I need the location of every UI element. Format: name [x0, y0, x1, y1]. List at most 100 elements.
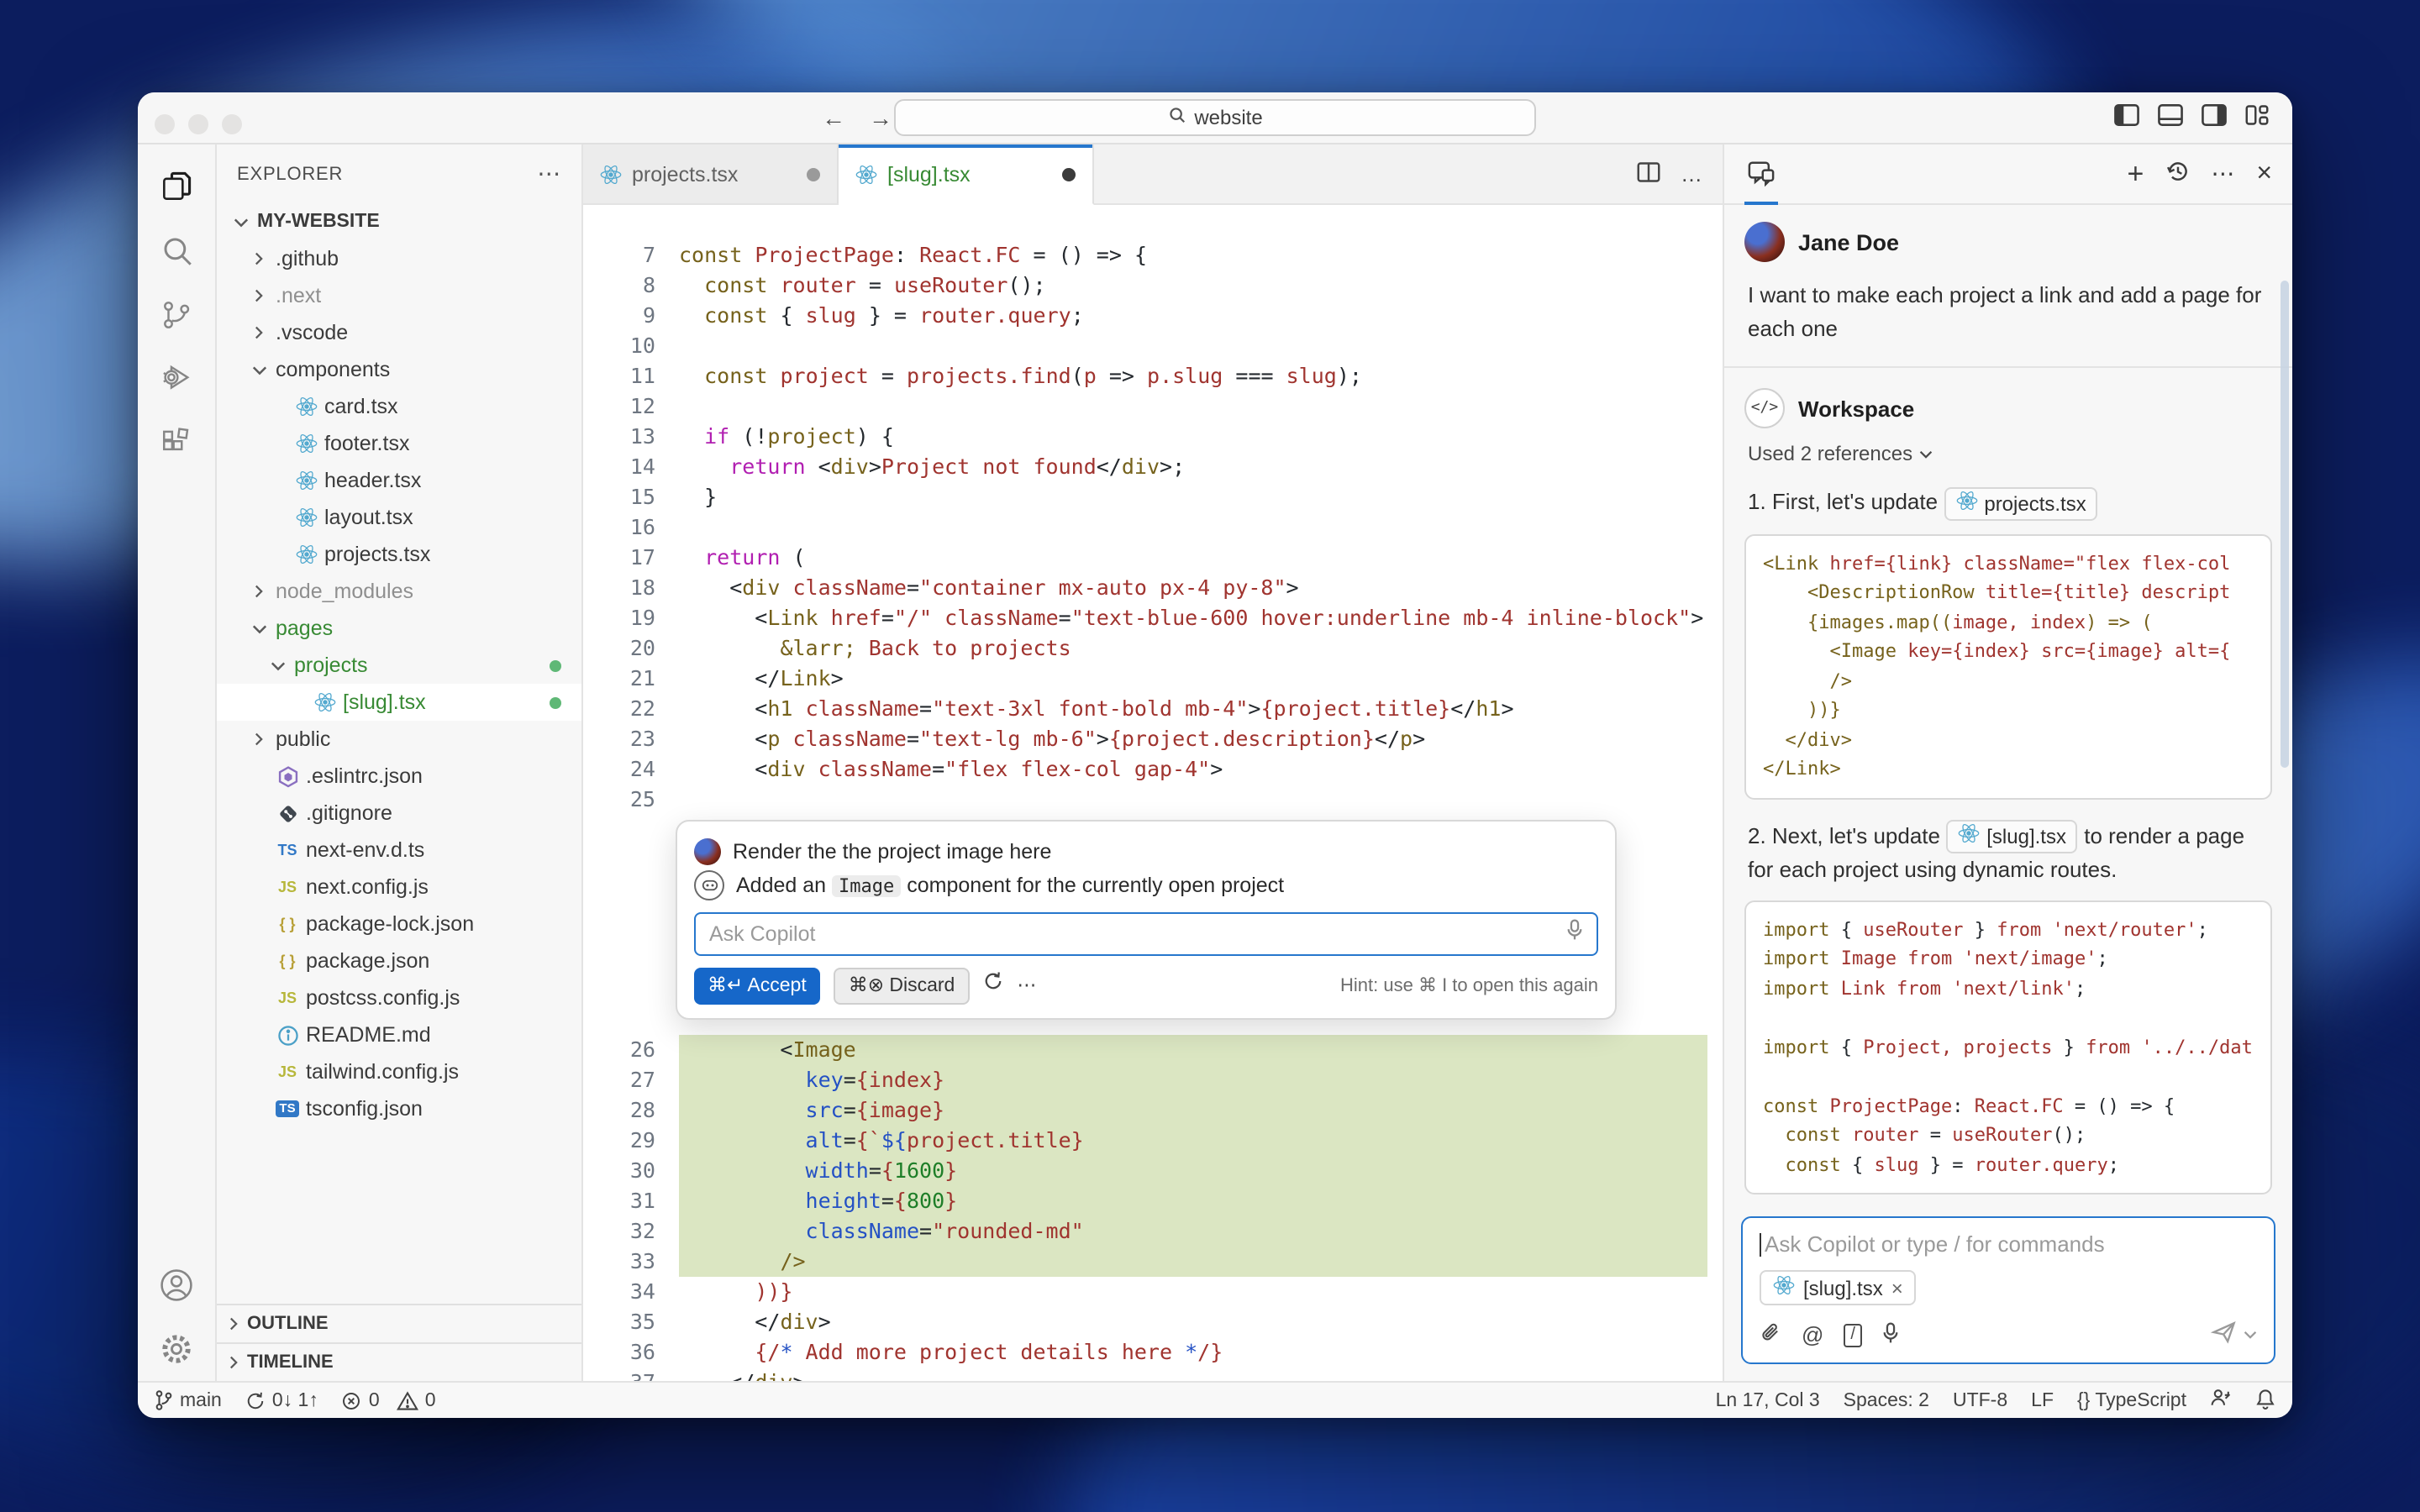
explorer-item-components[interactable]: components	[217, 351, 581, 388]
explorer-item-my-website[interactable]: MY-WEBSITE	[217, 203, 581, 240]
slash-command-icon[interactable]: /	[1844, 1323, 1862, 1347]
explorer-item-projects-tsx[interactable]: projects.tsx	[217, 536, 581, 573]
explorer-item-projects[interactable]: projects	[217, 647, 581, 684]
new-chat-icon[interactable]: +	[2127, 157, 2144, 191]
chat-close-icon[interactable]: ×	[2256, 159, 2272, 189]
attach-icon[interactable]	[1760, 1321, 1781, 1348]
encoding[interactable]: UTF-8	[1953, 1390, 2007, 1410]
tab-projects-tsx[interactable]: projects.tsx	[583, 144, 839, 203]
branch-indicator[interactable]: main	[155, 1389, 222, 1411]
window-minimize-button[interactable]	[188, 114, 208, 134]
activity-files-icon[interactable]	[143, 155, 210, 218]
customize-layout-icon[interactable]	[2245, 104, 2269, 126]
activity-account-icon[interactable]	[143, 1253, 210, 1317]
explorer-item-tsconfig-json[interactable]: TS tsconfig.json	[217, 1090, 581, 1127]
explorer-item-next-env-d-ts[interactable]: TS next-env.d.ts	[217, 832, 581, 869]
explorer-item-package-json[interactable]: { } package.json	[217, 942, 581, 979]
explorer-item--gitignore[interactable]: .gitignore	[217, 795, 581, 832]
eol[interactable]: LF	[2031, 1390, 2054, 1410]
toggle-panel-icon[interactable]	[2158, 103, 2183, 127]
chat-code-block-1: <Link href={link} className="flex flex-c…	[1744, 533, 2272, 800]
code-line-17: 17 return (	[583, 543, 1723, 573]
chat-code-line: const ProjectPage: React.FC = () => {	[1763, 1095, 2175, 1117]
sidebar-panel-outline[interactable]: OUTLINE	[217, 1304, 581, 1342]
feedback-icon[interactable]	[2210, 1388, 2232, 1413]
window-zoom-button[interactable]	[222, 114, 242, 134]
activity-settings-gear-icon[interactable]	[143, 1317, 210, 1381]
accept-button[interactable]: ⌘↵ Accept	[694, 968, 820, 1005]
explorer-item-footer-tsx[interactable]: footer.tsx	[217, 425, 581, 462]
explorer-item-node-modules[interactable]: node_modules	[217, 573, 581, 610]
line-number: 37	[583, 1368, 679, 1381]
explorer-item-readme-md[interactable]: README.md	[217, 1016, 581, 1053]
explorer-item-layout-tsx[interactable]: layout.tsx	[217, 499, 581, 536]
toggle-secondary-sidebar-icon[interactable]	[2202, 103, 2227, 127]
activity-run-debug-icon[interactable]	[143, 346, 210, 410]
explorer-item-pages[interactable]: pages	[217, 610, 581, 647]
indentation[interactable]: Spaces: 2	[1844, 1390, 1929, 1410]
language-mode[interactable]: {} TypeScript	[2077, 1390, 2186, 1410]
activity-source-control-icon[interactable]	[143, 282, 210, 346]
cursor-position[interactable]: Ln 17, Col 3	[1716, 1390, 1820, 1410]
toggle-primary-sidebar-icon[interactable]	[2114, 103, 2139, 127]
explorer-item-next-config-js[interactable]: JS next.config.js	[217, 869, 581, 906]
git-file-icon	[272, 802, 302, 824]
dirty-indicator[interactable]	[807, 167, 820, 181]
tab--slug-tsx[interactable]: [slug].tsx	[839, 144, 1094, 205]
ts-file-icon: TS	[277, 842, 297, 858]
problems-indicator[interactable]: 0 0	[342, 1390, 436, 1410]
mic-icon[interactable]	[1882, 1321, 1899, 1348]
chat-more-icon[interactable]: ⋯	[2211, 160, 2234, 188]
retry-icon[interactable]	[983, 971, 1003, 1001]
sidebar-panel-timeline[interactable]: TIMELINE	[217, 1342, 581, 1381]
window-close-button[interactable]	[155, 114, 175, 134]
explorer-item-postcss-config-js[interactable]: JS postcss.config.js	[217, 979, 581, 1016]
inline-chat-input[interactable]: Ask Copilot	[694, 912, 1598, 956]
explorer-item-tailwind-config-js[interactable]: JS tailwind.config.js	[217, 1053, 581, 1090]
mic-icon[interactable]	[1566, 919, 1583, 949]
explorer-item--slug-tsx[interactable]: [slug].tsx	[217, 684, 581, 721]
line-number: 20	[629, 635, 655, 660]
context-chip-slug[interactable]: [slug].tsx ×	[1760, 1270, 1917, 1305]
history-forward-button[interactable]: →	[864, 102, 897, 133]
explorer-item-public[interactable]: public	[217, 721, 581, 758]
activity-bar	[138, 144, 217, 1381]
sync-indicator[interactable]: 0↓ 1↑	[245, 1390, 318, 1410]
explorer-item-package-lock-json[interactable]: { } package-lock.json	[217, 906, 581, 942]
history-back-button[interactable]: ←	[817, 102, 850, 133]
send-options-chevron-icon	[2244, 1331, 2257, 1339]
command-center-search[interactable]: website	[894, 99, 1536, 136]
explorer-item--eslintrc-json[interactable]: .eslintrc.json	[217, 758, 581, 795]
notifications-bell-icon[interactable]	[2255, 1387, 2275, 1414]
explorer-item-card-tsx[interactable]: card.tsx	[217, 388, 581, 425]
code-line-9: 9 const { slug } = router.query;	[583, 301, 1723, 331]
activity-search-icon[interactable]	[143, 218, 210, 282]
file-chip-slug[interactable]: [slug].tsx	[1946, 820, 2078, 854]
dirty-indicator[interactable]	[1062, 167, 1076, 181]
mention-icon[interactable]: @	[1802, 1322, 1823, 1347]
chat-input-box[interactable]: Ask Copilot or type / for commands [slug…	[1741, 1216, 2275, 1364]
panel-scrollbar[interactable]	[2281, 281, 2289, 768]
chat-tab[interactable]	[1744, 144, 1778, 205]
code-line-22: 22 <h1 className="text-3xl font-bold mb-…	[583, 694, 1723, 724]
send-icon[interactable]	[2210, 1320, 2237, 1349]
chat-history-icon[interactable]	[2165, 160, 2189, 188]
file-chip-projects[interactable]: projects.tsx	[1944, 486, 2098, 521]
explorer-item--github[interactable]: .github	[217, 240, 581, 277]
explorer-item--vscode[interactable]: .vscode	[217, 314, 581, 351]
inline-chat-more-icon[interactable]: ⋯	[1017, 971, 1038, 1001]
chip-close-icon[interactable]: ×	[1891, 1276, 1903, 1299]
file-label: .gitignore	[306, 801, 392, 825]
explorer-item--next[interactable]: .next	[217, 277, 581, 314]
inline-chat-hint: Hint: use ⌘ I to open this again	[1340, 976, 1598, 996]
code-editor[interactable]: 7 const ProjectPage: React.FC = () => {8 …	[583, 205, 1723, 1381]
title-bar[interactable]: ← → website	[138, 92, 2292, 144]
line-number: 12	[629, 393, 655, 418]
split-editor-icon[interactable]	[1637, 160, 1660, 187]
references-toggle[interactable]: Used 2 references	[1748, 443, 2269, 466]
activity-extensions-icon[interactable]	[143, 410, 210, 474]
discard-button[interactable]: ⌘⊗ Discard	[833, 968, 971, 1005]
explorer-more-icon[interactable]: ⋯	[537, 160, 561, 188]
explorer-item-header-tsx[interactable]: header.tsx	[217, 462, 581, 499]
editor-more-icon[interactable]: …	[1681, 161, 1702, 186]
